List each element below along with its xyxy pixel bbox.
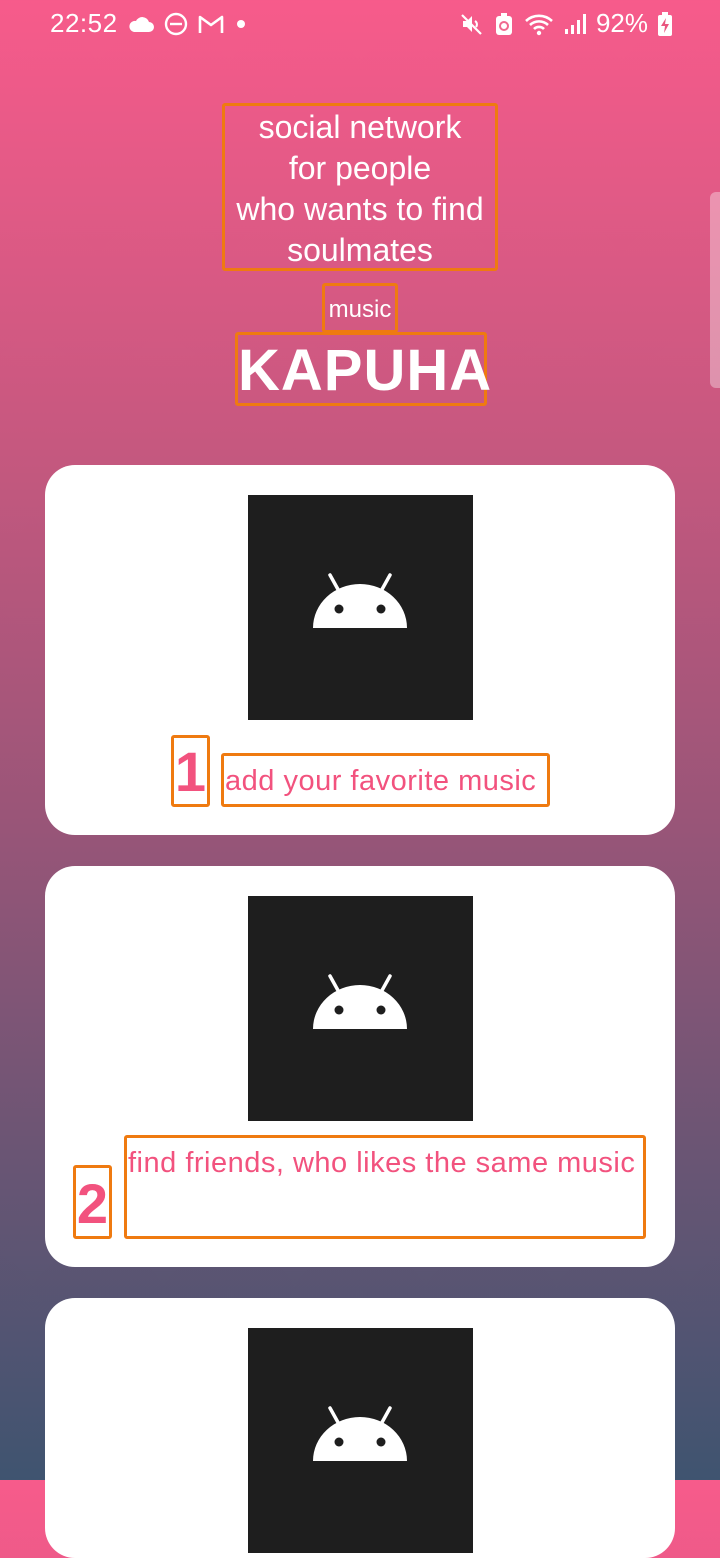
edge-panel-handle[interactable]	[710, 192, 720, 388]
step-number: 2	[73, 1165, 112, 1239]
app-title: KAPUHA	[235, 332, 491, 406]
feature-card-1: 1 add your favorite music	[45, 465, 675, 835]
do-not-disturb-icon	[164, 12, 188, 36]
step-description: add your favorite music	[221, 753, 550, 807]
signal-icon	[564, 13, 586, 35]
step-description: find friends, who likes the same music	[124, 1135, 646, 1239]
mute-icon	[460, 12, 484, 36]
status-bar-left: 22:52	[50, 8, 248, 39]
battery-percent: 92%	[595, 8, 648, 38]
android-icon	[313, 974, 407, 1029]
android-icon	[313, 573, 407, 628]
battery-charging-icon	[658, 11, 672, 36]
wifi-icon	[524, 12, 554, 36]
card-image	[248, 896, 473, 1121]
card-image	[248, 495, 473, 720]
step-number: 1	[171, 735, 210, 807]
gmail-icon	[198, 14, 224, 34]
status-bar: 22:52 92%	[0, 0, 720, 48]
feature-card-2: 2 find friends, who likes the same music	[45, 866, 675, 1267]
battery-saver-icon	[494, 12, 514, 36]
status-time: 22:52	[50, 8, 118, 38]
status-bar-right: 92%	[460, 8, 672, 39]
cloud-icon	[128, 15, 154, 33]
feature-card-3	[45, 1298, 675, 1558]
dot-icon	[234, 17, 248, 31]
music-label: music	[322, 283, 398, 333]
android-icon	[313, 1406, 407, 1461]
tagline-text: social network for people who wants to f…	[222, 103, 498, 271]
card-image	[248, 1328, 473, 1553]
